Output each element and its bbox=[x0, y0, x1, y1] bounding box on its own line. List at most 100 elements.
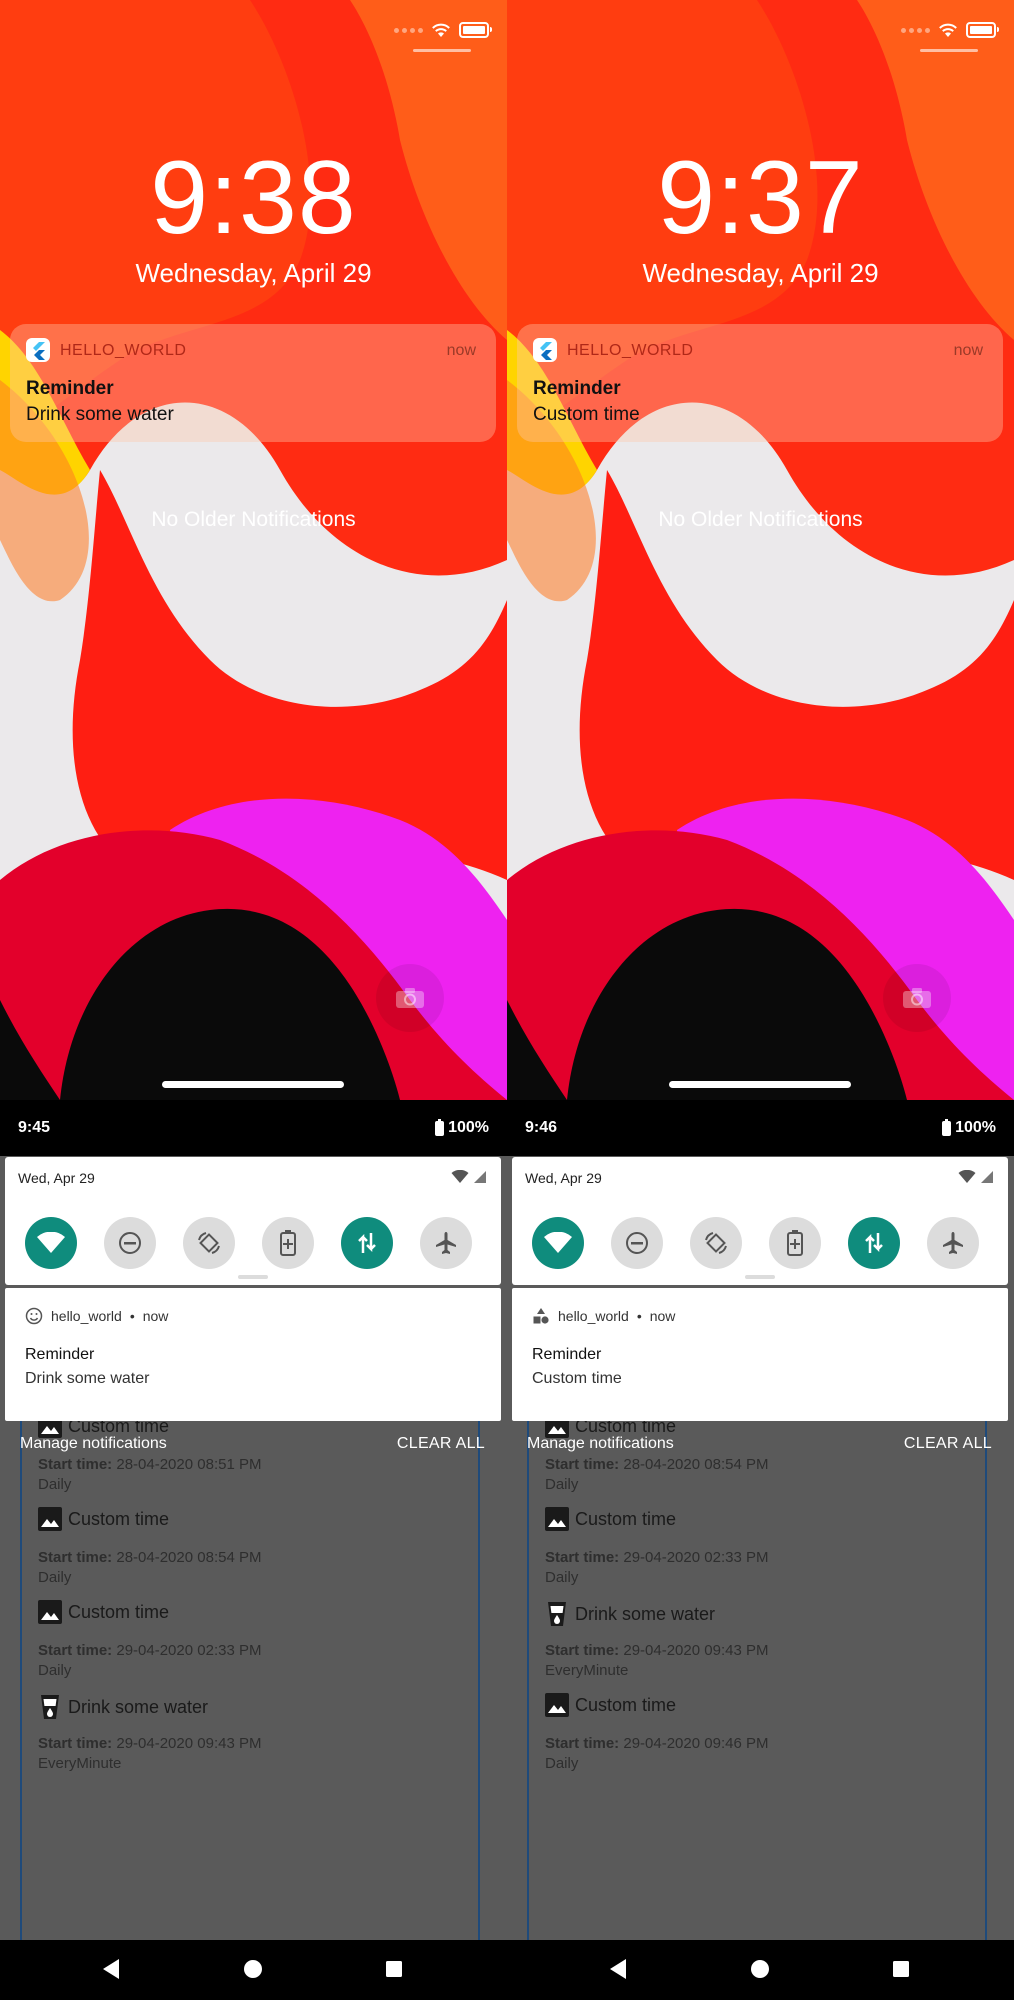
home-indicator[interactable] bbox=[162, 1081, 344, 1088]
control-center-indicator[interactable] bbox=[920, 49, 978, 52]
clear-all-button[interactable]: CLEAR ALL bbox=[397, 1435, 485, 1453]
item-start-time: Start time: 29-04-2020 02:33 PM bbox=[545, 1549, 769, 1566]
separator: • bbox=[636, 1308, 642, 1324]
list-item[interactable]: Drink some water Start time: 29-04-2020 … bbox=[38, 1693, 458, 1803]
item-title: Drink some water bbox=[68, 1696, 209, 1717]
ios-lock-screen: 9:37 Wednesday, April 29 HELLO_WORLD now… bbox=[507, 0, 1014, 1100]
smiley-icon bbox=[25, 1307, 43, 1325]
control-center-indicator[interactable] bbox=[413, 49, 471, 52]
ios-notification[interactable]: HELLO_WORLD now Reminder Drink some wate… bbox=[10, 324, 496, 442]
item-repeat: Daily bbox=[545, 1476, 579, 1493]
shade-actions: Manage notifications CLEAR ALL bbox=[507, 1425, 1014, 1455]
do-not-disturb-tile[interactable] bbox=[611, 1217, 663, 1269]
battery-status: 100% bbox=[942, 1118, 996, 1137]
wifi-icon bbox=[37, 1232, 65, 1253]
battery-icon bbox=[966, 22, 999, 38]
notification-title: Reminder bbox=[26, 378, 114, 399]
battery-percent: 100% bbox=[955, 1119, 996, 1136]
android-notification[interactable]: hello_world • now Reminder Custom time bbox=[512, 1288, 1008, 1421]
ios-notification[interactable]: HELLO_WORLD now Reminder Custom time bbox=[517, 324, 1003, 442]
image-icon bbox=[38, 1507, 62, 1531]
shapes-icon bbox=[533, 1308, 549, 1324]
cell-signal-icon bbox=[981, 1171, 993, 1183]
airplane-mode-tile[interactable] bbox=[927, 1217, 979, 1269]
item-start-time: Start time: 29-04-2020 09:43 PM bbox=[545, 1642, 769, 1659]
wifi-tile[interactable] bbox=[532, 1217, 584, 1269]
back-icon[interactable] bbox=[101, 1958, 121, 1980]
data-transfer-icon bbox=[865, 1233, 883, 1253]
recents-icon[interactable] bbox=[384, 1958, 404, 1980]
battery-saver-tile[interactable] bbox=[769, 1217, 821, 1269]
image-icon bbox=[38, 1600, 62, 1624]
home-indicator[interactable] bbox=[669, 1081, 851, 1088]
wifi-tile[interactable] bbox=[25, 1217, 77, 1269]
notification-body: Custom time bbox=[533, 404, 640, 425]
lock-clock: 9:37 bbox=[657, 140, 864, 256]
camera-icon bbox=[396, 988, 424, 1008]
item-repeat: EveryMinute bbox=[38, 1755, 122, 1772]
airplane-icon bbox=[943, 1232, 963, 1254]
back-icon[interactable] bbox=[608, 1958, 628, 1980]
camera-button[interactable] bbox=[376, 964, 444, 1032]
quick-settings-panel: Wed, Apr 29 bbox=[512, 1157, 1008, 1285]
camera-button[interactable] bbox=[883, 964, 951, 1032]
cellular-signal-icon bbox=[901, 27, 930, 33]
cellular-signal-icon bbox=[394, 27, 423, 33]
auto-rotate-tile[interactable] bbox=[183, 1217, 235, 1269]
manage-notifications-button[interactable]: Manage notifications bbox=[20, 1435, 167, 1453]
quick-settings-date: Wed, Apr 29 bbox=[525, 1170, 602, 1186]
do-not-disturb-icon bbox=[626, 1232, 648, 1254]
airplane-mode-tile[interactable] bbox=[420, 1217, 472, 1269]
item-repeat: Daily bbox=[38, 1476, 72, 1493]
clear-all-button[interactable]: CLEAR ALL bbox=[904, 1435, 992, 1453]
item-start-time: Start time: 28-04-2020 08:51 PM bbox=[38, 1456, 262, 1473]
wifi-icon bbox=[939, 23, 957, 37]
no-older-notifications: No Older Notifications bbox=[151, 508, 356, 531]
flutter-app-icon bbox=[26, 338, 50, 362]
item-repeat: Daily bbox=[545, 1755, 579, 1772]
android-status-bar: 9:46 100% bbox=[507, 1100, 1014, 1156]
item-title: Custom time bbox=[68, 1601, 170, 1622]
signal-indicators bbox=[958, 1170, 994, 1184]
lock-date: Wednesday, April 29 bbox=[135, 258, 372, 288]
notification-app-name: hello_world bbox=[51, 1308, 122, 1324]
airplane-icon bbox=[436, 1232, 456, 1254]
item-repeat: Daily bbox=[38, 1569, 72, 1586]
lock-clock: 9:38 bbox=[150, 140, 357, 256]
item-start-time: Start time: 29-04-2020 09:46 PM bbox=[545, 1735, 769, 1752]
flutter-app-icon bbox=[533, 338, 557, 362]
tile-indicator-bar bbox=[238, 1275, 268, 1279]
home-icon[interactable] bbox=[750, 1958, 770, 1980]
notification-app-name: HELLO_WORLD bbox=[60, 342, 187, 359]
signal-indicators bbox=[451, 1170, 487, 1184]
wifi-icon bbox=[544, 1232, 572, 1253]
auto-rotate-tile[interactable] bbox=[690, 1217, 742, 1269]
mobile-data-tile[interactable] bbox=[341, 1217, 393, 1269]
notification-header: hello_world • now bbox=[532, 1307, 675, 1325]
battery-status: 100% bbox=[435, 1118, 489, 1137]
battery-saver-icon bbox=[280, 1230, 296, 1256]
notification-time: now bbox=[446, 342, 476, 359]
do-not-disturb-tile[interactable] bbox=[104, 1217, 156, 1269]
list-item[interactable]: Custom time Start time: 29-04-2020 09:46… bbox=[545, 1693, 965, 1803]
wifi-icon bbox=[451, 1170, 469, 1183]
notification-title: Reminder bbox=[532, 1346, 602, 1363]
notification-title: Reminder bbox=[533, 378, 621, 399]
image-icon bbox=[545, 1507, 569, 1531]
item-title: Custom time bbox=[68, 1508, 170, 1529]
mobile-data-tile[interactable] bbox=[848, 1217, 900, 1269]
quick-settings-panel: Wed, Apr 29 bbox=[5, 1157, 501, 1285]
android-nav-bar bbox=[0, 1940, 507, 2000]
item-repeat: Daily bbox=[545, 1569, 579, 1586]
lock-date: Wednesday, April 29 bbox=[642, 258, 879, 288]
android-notification-shade: Custom time Start time: 28-04-2020 08:54… bbox=[507, 1100, 1014, 2000]
android-notification[interactable]: hello_world • now Reminder Drink some wate… bbox=[5, 1288, 501, 1421]
battery-percent: 100% bbox=[448, 1119, 489, 1136]
recents-icon[interactable] bbox=[891, 1958, 911, 1980]
battery-saver-tile[interactable] bbox=[262, 1217, 314, 1269]
home-icon[interactable] bbox=[243, 1958, 263, 1980]
wifi-icon bbox=[432, 23, 450, 37]
notification-time: now bbox=[649, 1308, 676, 1324]
item-title: Custom time bbox=[575, 1694, 677, 1715]
manage-notifications-button[interactable]: Manage notifications bbox=[527, 1435, 674, 1453]
